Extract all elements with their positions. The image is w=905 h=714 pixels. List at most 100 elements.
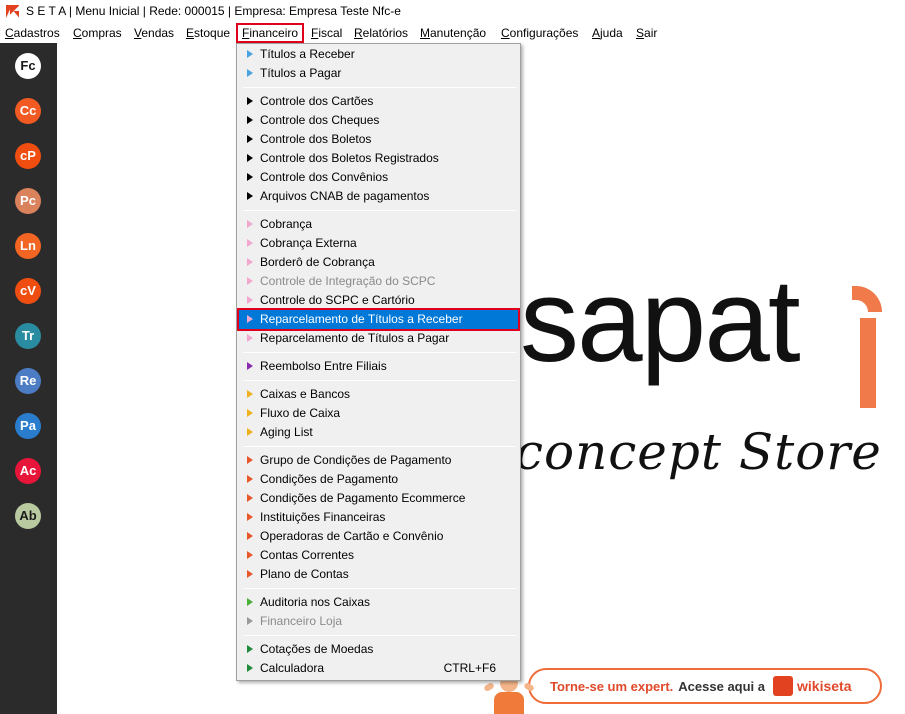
menu-item-label: Operadoras de Cartão e Convênio <box>260 529 444 543</box>
shortcut-cc-icon[interactable]: Cc <box>15 98 41 124</box>
menu-bar: Cadastros Compras Vendas Estoque Financeiro F… <box>0 23 905 43</box>
menu-item-label: Controle dos Boletos <box>260 132 372 146</box>
menu-item-controle-dos-boletos[interactable]: Controle dos Boletos <box>239 130 518 149</box>
shortcut-ln-icon[interactable]: Ln <box>15 233 41 259</box>
menu-item-label: Cobrança <box>260 217 313 231</box>
menu-item-cobranca-externa[interactable]: Cobrança Externa <box>239 234 518 253</box>
menu-item-label: Caixas e Bancos <box>260 387 351 401</box>
menu-item-controle-do-scpc-e-cartorio[interactable]: Controle do SCPC e Cartório <box>239 291 518 310</box>
menu-item-label: Condições de Pagamento Ecommerce <box>260 491 466 505</box>
menu-financeiro[interactable]: Financeiro <box>236 23 305 43</box>
menu-item-cotacoes-de-moedas[interactable]: Cotações de Moedas <box>239 640 518 659</box>
menu-separator <box>243 446 516 447</box>
menu-item-calculadora[interactable]: Calculadora CTRL+F6 <box>239 659 518 678</box>
shortcut-tr-icon[interactable]: Tr <box>15 323 41 349</box>
submenu-arrow-icon <box>247 532 253 540</box>
menu-relatorios[interactable]: Relatórios <box>354 23 408 43</box>
menu-compras[interactable]: Compras <box>73 23 122 43</box>
banner-text-2: Acesse aqui a <box>678 678 766 694</box>
menu-item-shortcut: CTRL+F6 <box>443 661 496 675</box>
menu-item-condicoes-de-pagamento[interactable]: Condições de Pagamento <box>239 470 518 489</box>
submenu-arrow-icon <box>247 428 253 436</box>
shortcut-cv-icon[interactable]: cV <box>15 278 41 304</box>
menu-item-fluxo-de-caixa[interactable]: Fluxo de Caixa <box>239 404 518 423</box>
menu-separator <box>243 352 516 353</box>
menu-item-label: Auditoria nos Caixas <box>260 595 371 609</box>
menu-item-plano-de-contas[interactable]: Plano de Contas <box>239 565 518 584</box>
menu-item-label: Controle do SCPC e Cartório <box>260 293 415 307</box>
menu-item-titulos-a-receber[interactable]: Títulos a Receber <box>239 45 518 64</box>
menu-item-cobranca[interactable]: Cobrança <box>239 215 518 234</box>
submenu-arrow-icon <box>247 239 253 247</box>
submenu-arrow-icon <box>247 277 253 285</box>
window-title: S E T A | Menu Inicial | Rede: 000015 | … <box>26 4 401 18</box>
menu-item-operadoras-de-cartao-e-convenio[interactable]: Operadoras de Cartão e Convênio <box>239 527 518 546</box>
shortcut-cp-icon[interactable]: cP <box>15 143 41 169</box>
submenu-arrow-icon <box>247 192 253 200</box>
menu-item-label: Arquivos CNAB de pagamentos <box>260 189 430 203</box>
menu-item-instituicoes-financeiras[interactable]: Instituições Financeiras <box>239 508 518 527</box>
submenu-arrow-icon <box>247 135 253 143</box>
submenu-arrow-icon <box>247 664 253 672</box>
menu-item-label: Controle dos Convênios <box>260 170 389 184</box>
menu-fiscal[interactable]: Fiscal <box>311 23 342 43</box>
shortcut-re-icon[interactable]: Re <box>15 368 41 394</box>
menu-item-label: Plano de Contas <box>260 567 349 581</box>
menu-item-label: Instituições Financeiras <box>260 510 386 524</box>
menu-item-label: Títulos a Receber <box>260 47 355 61</box>
submenu-arrow-icon <box>247 494 253 502</box>
shortcut-ac-icon[interactable]: Ac <box>15 458 41 484</box>
brand-logo-mark-stem <box>860 318 876 408</box>
shortcut-fc-icon[interactable]: Fc <box>15 53 41 79</box>
submenu-arrow-icon <box>247 220 253 228</box>
submenu-arrow-icon <box>247 456 253 464</box>
submenu-arrow-icon <box>247 513 253 521</box>
menu-item-grupo-de-condicoes-de-pagamento[interactable]: Grupo de Condições de Pagamento <box>239 451 518 470</box>
menu-item-auditoria-nos-caixas[interactable]: Auditoria nos Caixas <box>239 593 518 612</box>
menu-sair[interactable]: Sair <box>636 23 657 43</box>
menu-item-condicoes-de-pagamento-ecommerce[interactable]: Condições de Pagamento Ecommerce <box>239 489 518 508</box>
shortcut-pc-icon[interactable]: Pc <box>15 188 41 214</box>
menu-item-label: Controle dos Cartões <box>260 94 374 108</box>
menu-item-reparcelamento-de-titulos-a-receber[interactable]: Reparcelamento de Títulos a Receber <box>237 308 520 331</box>
menu-cadastros[interactable]: Cadastros <box>5 23 60 43</box>
menu-separator <box>243 210 516 211</box>
wikiseta-banner[interactable]: Torne-se um expert. Acesse aqui a wikise… <box>528 668 882 704</box>
menu-item-aging-list[interactable]: Aging List <box>239 423 518 442</box>
submenu-arrow-icon <box>247 116 253 124</box>
submenu-arrow-icon <box>247 258 253 266</box>
menu-item-controle-dos-convenios[interactable]: Controle dos Convênios <box>239 168 518 187</box>
shortcut-sidebar: Fc Cc cP Pc Ln cV Tr Re Pa Ac Ab <box>0 43 57 714</box>
menu-item-label: Condições de Pagamento <box>260 472 399 486</box>
menu-item-controle-dos-cheques[interactable]: Controle dos Cheques <box>239 111 518 130</box>
menu-item-titulos-a-pagar[interactable]: Títulos a Pagar <box>239 64 518 83</box>
menu-manutencao[interactable]: Manutenção <box>420 23 486 43</box>
shortcut-pa-icon[interactable]: Pa <box>15 413 41 439</box>
submenu-arrow-icon <box>247 475 253 483</box>
financeiro-dropdown-menu: Títulos a Receber Títulos a Pagar Controle… <box>236 43 521 681</box>
menu-item-label: Cotações de Moedas <box>260 642 374 656</box>
menu-item-arquivos-cnab-de-pagamentos[interactable]: Arquivos CNAB de pagamentos <box>239 187 518 206</box>
menu-item-label: Grupo de Condições de Pagamento <box>260 453 452 467</box>
menu-item-label: Aging List <box>260 425 313 439</box>
menu-item-bordero-de-cobranca[interactable]: Borderô de Cobrança <box>239 253 518 272</box>
menu-ajuda[interactable]: Ajuda <box>592 23 623 43</box>
menu-vendas[interactable]: Vendas <box>134 23 174 43</box>
menu-item-label: Cobrança Externa <box>260 236 357 250</box>
menu-item-label: Controle dos Cheques <box>260 113 380 127</box>
menu-item-controle-dos-cartoes[interactable]: Controle dos Cartões <box>239 92 518 111</box>
menu-separator <box>243 380 516 381</box>
menu-item-reembolso-entre-filiais[interactable]: Reembolso Entre Filiais <box>239 357 518 376</box>
menu-item-label: Fluxo de Caixa <box>260 406 341 420</box>
menu-item-contas-correntes[interactable]: Contas Correntes <box>239 546 518 565</box>
menu-estoque[interactable]: Estoque <box>186 23 230 43</box>
menu-item-controle-dos-boletos-registrados[interactable]: Controle dos Boletos Registrados <box>239 149 518 168</box>
menu-item-reparcelamento-de-titulos-a-pagar[interactable]: Reparcelamento de Títulos a Pagar <box>239 329 518 348</box>
menu-item-controle-de-integracao-do-scpc: Controle de Integração do SCPC <box>239 272 518 291</box>
menu-item-caixas-e-bancos[interactable]: Caixas e Bancos <box>239 385 518 404</box>
submenu-arrow-icon <box>247 173 253 181</box>
menu-configuracoes[interactable]: Configurações <box>501 23 578 43</box>
shortcut-ab-icon[interactable]: Ab <box>15 503 41 529</box>
title-bar: S E T A | Menu Inicial | Rede: 000015 | … <box>0 0 905 22</box>
submenu-arrow-icon <box>247 362 253 370</box>
